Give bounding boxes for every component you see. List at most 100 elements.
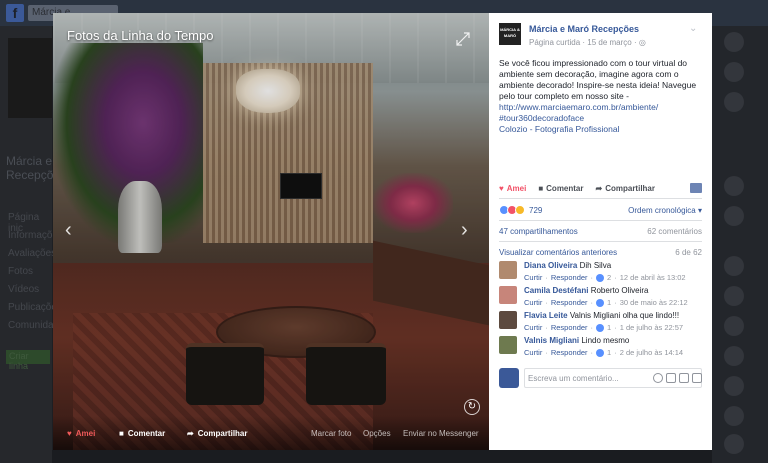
comment-icon: ■ — [119, 429, 124, 438]
comment-text: Valnis Migliani olha que lindo!!! — [569, 311, 680, 320]
post-side-panel: MÁRCIA & MARÓ Márcia e Maró Recepções Pá… — [489, 13, 712, 450]
comment-reaction-count: 2 — [607, 273, 612, 282]
post-hashtag[interactable]: #tour360decoradoface — [499, 113, 584, 123]
comment-box[interactable] — [524, 368, 702, 388]
comment-line: Valnis Migliani Lindo mesmo — [524, 336, 629, 345]
post-as-avatar[interactable] — [690, 183, 702, 193]
sticker-icon[interactable] — [692, 373, 702, 383]
avatar[interactable] — [499, 286, 517, 304]
comment-item: Camila Destéfani Roberto Oliveira Curtir… — [499, 286, 702, 310]
comment-time[interactable]: 1 de julho às 22:57 — [620, 323, 683, 332]
comment-icon: ■ — [538, 183, 544, 193]
reactions-row: 729 Ordem cronológica ▾ — [499, 204, 702, 216]
comment-reaction-count: 1 — [607, 348, 612, 357]
post-share-button[interactable]: ➦ Compartilhar — [596, 184, 656, 193]
shares-row: 47 compartilhamentos 62 comentários — [499, 227, 702, 236]
album-title[interactable]: Fotos da Linha do Tempo — [67, 28, 213, 43]
avatar[interactable] — [499, 311, 517, 329]
comment-composer — [499, 368, 702, 390]
like-badge-icon — [596, 298, 605, 307]
comment-time[interactable]: 12 de abril às 13:02 — [620, 273, 686, 282]
expand-icon[interactable] — [455, 31, 471, 47]
background-bottom-strip — [52, 450, 712, 463]
background-avatar — [724, 406, 744, 426]
avatar[interactable] — [499, 336, 517, 354]
comment-like-link[interactable]: Curtir — [524, 323, 542, 332]
post-comment-button[interactable]: ■ Comentar — [538, 184, 583, 193]
divider — [499, 198, 702, 199]
comment-reaction-count: 1 — [607, 298, 612, 307]
photo-viewer[interactable]: Fotos da Linha do Tempo ‹ › ↻ ♥ Amei ■ C… — [53, 13, 489, 450]
comment-time[interactable]: 2 de julho às 14:14 — [620, 348, 683, 357]
comment-author[interactable]: Diana Oliveira — [524, 261, 577, 270]
comment-author[interactable]: Camila Destéfani — [524, 286, 588, 295]
photo-comment-button[interactable]: ■ Comentar — [119, 429, 165, 438]
background-avatar — [724, 376, 744, 396]
gif-icon[interactable] — [679, 373, 689, 383]
comment-author[interactable]: Flavia Leite — [524, 311, 568, 320]
comment-like-link[interactable]: Curtir — [524, 298, 542, 307]
photo-love-button[interactable]: ♥ Amei — [67, 429, 95, 438]
comment-time[interactable]: 30 de maio às 22:12 — [620, 298, 688, 307]
previous-comments-row: Visualizar comentários anteriores 6 de 6… — [499, 248, 702, 257]
chevron-down-icon[interactable]: ⌄ — [689, 23, 697, 34]
comment-reaction-count: 1 — [607, 323, 612, 332]
shares-count[interactable]: 47 compartilhamentos — [499, 227, 578, 236]
previous-photo-arrow-icon[interactable]: ‹ — [65, 219, 72, 242]
background-avatar — [724, 206, 744, 226]
post-meta-text: Página curtida · 15 de março · — [529, 38, 637, 47]
photo-action-bar: ♥ Amei ■ Comentar ➦ Compartilhar Marcar … — [53, 416, 489, 450]
comment-author[interactable]: Valnis Migliani — [524, 336, 579, 345]
comment-like-link[interactable]: Curtir — [524, 348, 542, 357]
comment-reply-link[interactable]: Responder — [551, 273, 588, 282]
divider — [499, 241, 702, 242]
divider — [499, 220, 702, 221]
comment-line: Diana Oliveira Dih Silva — [524, 261, 611, 270]
background-avatar — [724, 256, 744, 276]
post-comment-label: Comentar — [546, 183, 584, 193]
page-logo[interactable]: MÁRCIA & MARÓ — [499, 23, 521, 45]
background-avatar — [724, 316, 744, 336]
background-avatar — [724, 62, 744, 82]
view-previous-comments-link[interactable]: Visualizar comentários anteriores — [499, 248, 617, 257]
photo-love-label: Amei — [75, 429, 96, 438]
rotate-360-icon[interactable]: ↻ — [464, 399, 480, 415]
avatar[interactable] — [499, 368, 519, 388]
comment-order-label: Ordem cronológica — [628, 205, 696, 215]
post-body: Se você ficou impressionado com o tour v… — [499, 58, 697, 101]
emoji-icon[interactable] — [653, 373, 663, 383]
facebook-logo-icon: f — [6, 4, 24, 22]
camera-icon[interactable] — [666, 373, 676, 383]
comments-count[interactable]: 62 comentários — [647, 227, 702, 236]
background-avatar — [724, 286, 744, 306]
comment-like-link[interactable]: Curtir — [524, 273, 542, 282]
background-nav-item: Avaliações — [8, 248, 57, 259]
comment-meta: Curtir · Responder · 1 · 30 de maio às 22:1… — [524, 298, 688, 307]
post-love-button[interactable]: ♥ Amei — [499, 184, 526, 193]
post-actions-bar: ♥ Amei ■ Comentar ➦ Compartilhar — [499, 181, 702, 195]
comment-reply-link[interactable]: Responder — [551, 298, 588, 307]
comment-meta: Curtir · Responder · 2 · 12 de abril às 13:… — [524, 273, 686, 282]
comment-input[interactable] — [528, 372, 638, 385]
photo-shade — [53, 13, 489, 450]
page-name-link[interactable]: Márcia e Maró Recepções — [529, 24, 639, 34]
comment-reply-link[interactable]: Responder — [551, 323, 588, 332]
send-messenger-button[interactable]: Enviar no Messenger — [403, 429, 479, 438]
background-nav-item: Fotos — [8, 266, 34, 277]
comment-reply-link[interactable]: Responder — [551, 348, 588, 357]
photo-share-button[interactable]: ➦ Compartilhar — [187, 429, 248, 438]
photographer-credit-link[interactable]: Colozio - Fotografia Profissional — [499, 124, 619, 134]
comment-item: Flavia Leite Valnis Migliani olha que li… — [499, 311, 702, 335]
next-photo-arrow-icon[interactable]: › — [461, 219, 468, 242]
reaction-count[interactable]: 729 — [529, 206, 542, 215]
heart-icon: ♥ — [499, 183, 504, 193]
like-badge-icon — [596, 273, 605, 282]
background-avatar — [724, 92, 744, 112]
background-avatar — [724, 32, 744, 52]
options-button[interactable]: Opções — [363, 429, 391, 438]
tag-photo-button[interactable]: Marcar foto — [311, 429, 351, 438]
avatar[interactable] — [499, 261, 517, 279]
comment-text: Dih Silva — [579, 261, 612, 270]
comment-order-dropdown[interactable]: Ordem cronológica ▾ — [628, 206, 702, 215]
post-link[interactable]: http://www.marciaemaro.com.br/ambiente/ — [499, 102, 658, 112]
